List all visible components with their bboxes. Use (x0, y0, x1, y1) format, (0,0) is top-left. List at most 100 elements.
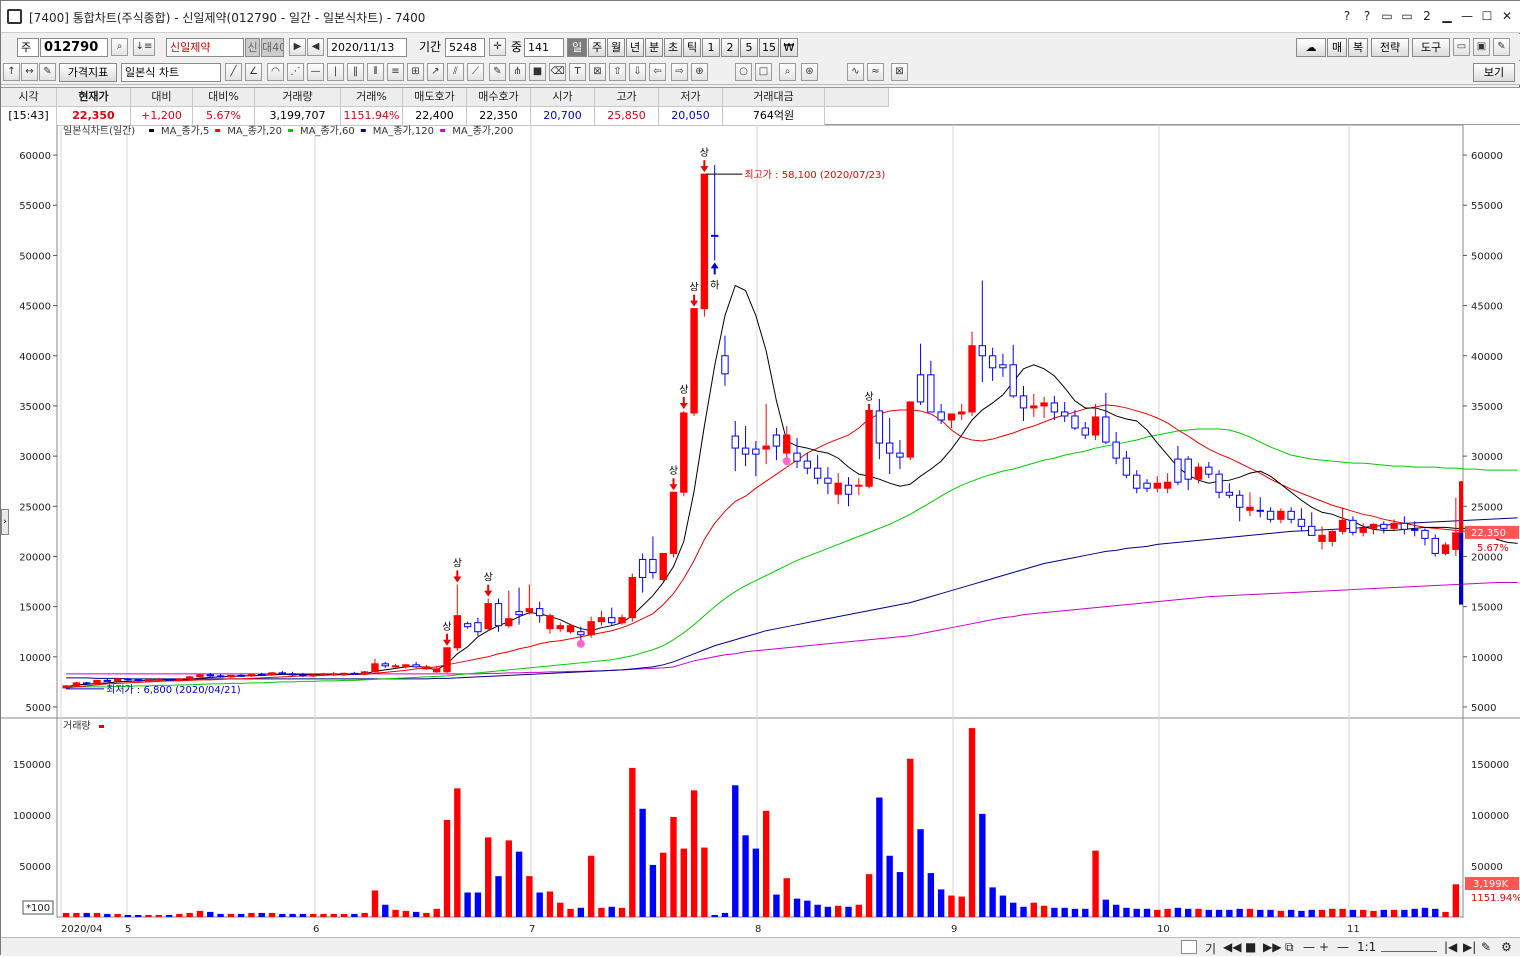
indicator-button[interactable]: 가격지표 (59, 63, 117, 82)
period-tab[interactable]: ₩ (780, 38, 798, 57)
prev-stock-button[interactable]: ◀ (307, 38, 324, 56)
text-icon[interactable]: T (569, 63, 586, 81)
strategy-button[interactable]: 전략 (1371, 38, 1409, 57)
market-select[interactable]: 주 (17, 38, 39, 57)
pencil-icon[interactable]: ✎ (489, 63, 506, 81)
period-tab[interactable]: 2 (721, 38, 739, 57)
help-button[interactable]: ? (1339, 7, 1355, 25)
vertical-line-icon[interactable]: | (327, 63, 344, 81)
compound-button[interactable]: 복 (1348, 38, 1368, 57)
folder-icon[interactable]: ▭ (1453, 38, 1470, 56)
color-icon[interactable]: ■ (529, 63, 546, 81)
magnet-icon[interactable]: ⋔ (509, 63, 526, 81)
fibonacci-icon[interactable]: ⊞ (407, 63, 424, 81)
stop-icon[interactable]: ■ (1245, 940, 1256, 954)
edit-chart-icon[interactable]: ✎ (1481, 940, 1491, 954)
view-button[interactable]: 보기 (1473, 63, 1515, 82)
scroll-right-button[interactable] (1181, 940, 1197, 954)
period-tab[interactable]: 15 (759, 38, 779, 57)
fan-icon[interactable]: ⋰ (287, 63, 304, 81)
volume-bar (577, 907, 585, 917)
period-tab[interactable]: 1 (702, 38, 720, 57)
expand-horizontal-icon[interactable]: ↔ (21, 63, 38, 81)
period-tab[interactable]: 분 (645, 38, 663, 57)
arrow-right-icon[interactable]: ⇨ (671, 63, 688, 81)
sort-icon[interactable]: ↓≡ (133, 38, 155, 56)
ratio-label[interactable]: 1:1 (1357, 940, 1376, 954)
go-start-icon[interactable]: |◀ (1444, 940, 1457, 954)
period-tab[interactable]: 주 (588, 38, 606, 57)
chart-type-select[interactable]: 일본식 차트 (121, 63, 221, 82)
window-copy-button[interactable]: ▭ (1379, 7, 1395, 25)
regression-icon[interactable]: ⟋ (467, 63, 484, 81)
period-tab[interactable]: 일 (567, 38, 587, 57)
trendline-icon[interactable]: ╱ (225, 63, 242, 81)
pin-button[interactable]: ▁ (1439, 7, 1455, 25)
wave-icon[interactable]: ∿ (847, 63, 864, 81)
period-lines-icon[interactable]: ⦀ (367, 63, 384, 81)
question-button[interactable]: ? (1359, 7, 1375, 25)
up-arrow-icon[interactable]: ↑ (3, 63, 20, 81)
compare-icon[interactable]: ⧉ (1285, 940, 1294, 955)
minus-icon[interactable]: — (1337, 940, 1349, 954)
circle-icon[interactable]: ○ (735, 63, 752, 81)
period-input[interactable]: 5248 (445, 38, 485, 57)
close-button[interactable]: ✕ (1499, 7, 1515, 25)
arc-icon[interactable]: ◠ (267, 63, 284, 81)
delete-icon[interactable]: ⊠ (891, 63, 908, 81)
zoom-slider[interactable] (1381, 942, 1437, 952)
tools-button[interactable]: 도구 (1412, 38, 1450, 57)
arrow-left-icon[interactable]: ⇦ (649, 63, 666, 81)
candle-body (422, 666, 431, 670)
search-icon[interactable]: ⌕ (111, 38, 128, 56)
horizontal-line-icon[interactable]: — (307, 63, 324, 81)
arrow-down-icon[interactable]: ⇩ (629, 63, 646, 81)
range-bar-down (1459, 532, 1463, 605)
stock-code-input[interactable]: 012790 (40, 38, 108, 57)
period-tab[interactable]: 월 (607, 38, 625, 57)
window-tile-button[interactable]: ▭ (1399, 7, 1415, 25)
wrench-icon[interactable]: ✎ (1493, 38, 1510, 56)
box-icon[interactable]: ⊠ (589, 63, 606, 81)
target-icon[interactable]: ⊕ (691, 63, 708, 81)
screen-count-button[interactable]: 2 (1419, 7, 1435, 25)
side-panel-toggle[interactable]: › (1, 509, 9, 535)
fast-forward-icon[interactable]: ▶▶ (1263, 940, 1281, 954)
rewind-icon[interactable]: ◀◀ (1223, 940, 1241, 954)
zoom-out-icon[interactable]: — (1303, 940, 1315, 954)
period-tab[interactable]: 틱 (683, 38, 701, 57)
maximize-button[interactable]: ☐ (1479, 7, 1495, 25)
parallel-icon[interactable]: ⫽ (447, 63, 464, 81)
price-volume-chart[interactable]: 2020/04 5 6 7 8 9 10 11 60000 60000 55000 55000 5000… (1, 125, 1520, 937)
save-icon[interactable]: ▣ (1473, 38, 1490, 56)
date-input[interactable]: 2020/11/13 (327, 38, 407, 57)
period-tab[interactable]: 5 (740, 38, 758, 57)
angle-icon[interactable]: ∠ (245, 63, 262, 81)
eraser-icon[interactable]: ⌫ (549, 63, 566, 81)
zoom-cross-icon[interactable]: ⊛ (801, 63, 818, 81)
chart-area[interactable]: 2020/04 5 6 7 8 9 10 11 60000 60000 55000 55000 5000… (1, 125, 1520, 937)
settings-icon[interactable]: ⚙ (1501, 940, 1512, 954)
volume-bar (1421, 907, 1429, 917)
period-tab[interactable]: 년 (626, 38, 644, 57)
zoom-in-icon[interactable]: + (1319, 940, 1329, 954)
nav-first-icon[interactable]: 기 (1205, 940, 1216, 957)
edit-icon[interactable]: ✎ (39, 63, 56, 81)
volume-bar (93, 912, 101, 917)
cycle-icon[interactable]: ≈ (867, 63, 884, 81)
grid-icon[interactable]: ‖ (347, 63, 364, 81)
minimize-button[interactable]: — (1459, 7, 1475, 25)
crosshair-icon[interactable]: ✛ (489, 38, 506, 56)
arrow-up-icon[interactable]: ⇧ (609, 63, 626, 81)
stock-name-field[interactable]: 신일제약 (166, 38, 244, 57)
cloud-icon[interactable]: ☁ (1296, 38, 1326, 57)
zoom-icon[interactable]: ⌕ (779, 63, 796, 81)
go-end-icon[interactable]: ▶| (1463, 940, 1476, 954)
period-tab[interactable]: 초 (664, 38, 682, 57)
channel-icon[interactable]: ≡ (387, 63, 404, 81)
count-input[interactable]: 141 (524, 38, 564, 57)
rectangle-icon[interactable]: □ (755, 63, 772, 81)
next-stock-button[interactable]: ▶ (289, 38, 306, 56)
trade-button[interactable]: 매 (1327, 38, 1347, 57)
ray-icon[interactable]: ↗ (427, 63, 444, 81)
